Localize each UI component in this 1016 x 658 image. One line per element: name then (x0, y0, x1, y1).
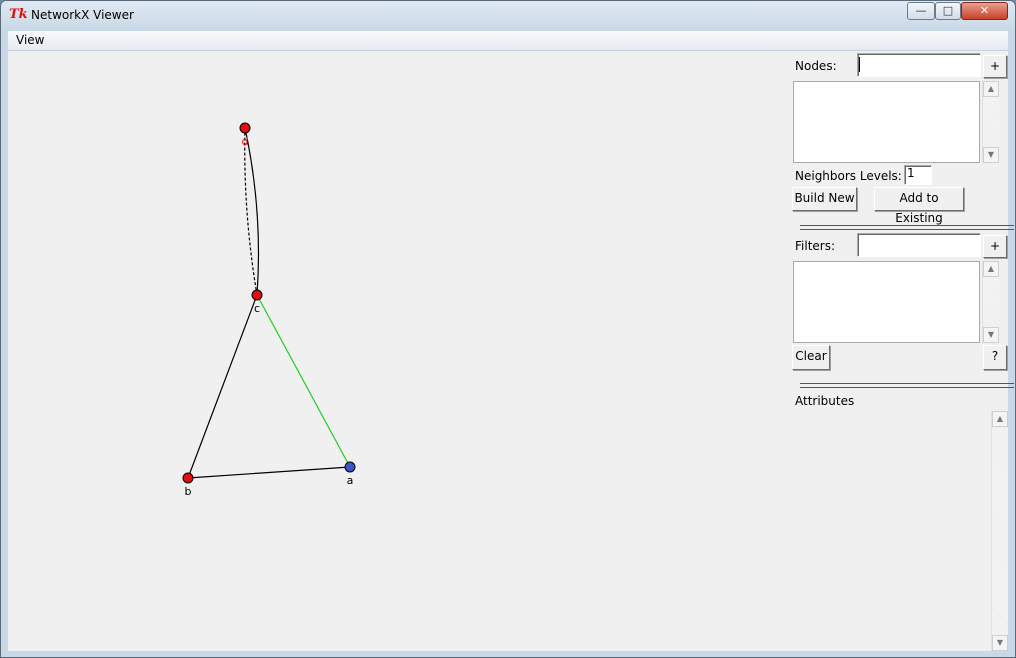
minimize-icon: — (915, 4, 927, 17)
graph-node-label-c: c (254, 302, 260, 315)
menu-bar: View (8, 31, 1008, 51)
client-area: View a b c d Nodes: + ▲ ▼ Neighbors Levels:… (8, 31, 1014, 651)
graph-node-label-a: a (347, 474, 354, 487)
neighbors-levels-label: Neighbors Levels: (795, 169, 902, 183)
filters-label: Filters: (795, 239, 836, 253)
app-window: Tk NetworkX Viewer — □ ✕ View a b c d Nodes… (0, 0, 1016, 658)
graph-svg[interactable]: a b c d (8, 51, 788, 651)
graph-node-c[interactable] (251, 289, 263, 301)
scroll-up-icon[interactable]: ▲ (983, 261, 999, 277)
graph-node-a[interactable] (344, 461, 356, 473)
nodes-input[interactable] (857, 53, 981, 77)
text-caret (859, 57, 860, 72)
attributes-label: Attributes (795, 394, 855, 408)
menu-view[interactable]: View (16, 33, 44, 47)
scroll-down-icon[interactable]: ▼ (983, 327, 999, 343)
tk-feather-icon: Tk (9, 7, 28, 22)
add-to-existing-button[interactable]: Add to Existing (874, 187, 964, 225)
add-filter-button[interactable]: + (983, 235, 1007, 258)
nodes-listbox[interactable] (793, 81, 980, 163)
separator (800, 225, 1014, 230)
add-node-button[interactable]: + (983, 55, 1007, 78)
window-title: NetworkX Viewer (31, 8, 134, 22)
scroll-up-icon[interactable]: ▲ (992, 411, 1008, 427)
separator (800, 383, 1014, 388)
neighbors-levels-input[interactable]: 1 (904, 165, 932, 185)
neighbors-levels-value: 1 (907, 166, 915, 180)
sidebar: Nodes: + ▲ ▼ Neighbors Levels: 1 Build N… (788, 51, 1014, 651)
graph-canvas[interactable]: a b c d (8, 51, 788, 651)
filters-scrollbar[interactable]: ▲ ▼ (982, 261, 999, 343)
help-button[interactable]: ? (983, 345, 1007, 370)
scroll-down-icon[interactable]: ▼ (983, 147, 999, 163)
close-icon: ✕ (979, 4, 990, 17)
graph-edge-b-a[interactable] (187, 466, 351, 479)
graph-edge-c-a[interactable] (256, 294, 351, 468)
build-new-button[interactable]: Build New (792, 187, 857, 211)
nodes-scrollbar[interactable]: ▲ ▼ (982, 81, 999, 163)
graph-edge-c-b[interactable] (187, 294, 258, 479)
graph-edge-c-d[interactable] (244, 127, 258, 296)
graph-node-b[interactable] (182, 472, 194, 484)
nodes-label: Nodes: (795, 59, 837, 73)
scroll-up-icon[interactable]: ▲ (983, 81, 999, 97)
title-bar[interactable]: Tk NetworkX Viewer — □ ✕ (1, 1, 1015, 30)
maximize-icon: □ (942, 4, 954, 17)
graph-edge-c-d[interactable] (244, 127, 260, 296)
attributes-scrollbar[interactable]: ▲ ▼ (991, 411, 1008, 651)
maximize-button[interactable]: □ (935, 2, 961, 20)
filters-listbox[interactable] (793, 261, 980, 343)
graph-node-d[interactable] (239, 122, 251, 134)
graph-node-label-b: b (185, 485, 192, 498)
minimize-button[interactable]: — (907, 2, 935, 20)
filters-input[interactable] (857, 233, 981, 257)
close-button[interactable]: ✕ (961, 2, 1008, 20)
scroll-down-icon[interactable]: ▼ (992, 635, 1008, 651)
clear-button[interactable]: Clear (792, 345, 830, 370)
graph-node-label-d: d (242, 135, 249, 148)
